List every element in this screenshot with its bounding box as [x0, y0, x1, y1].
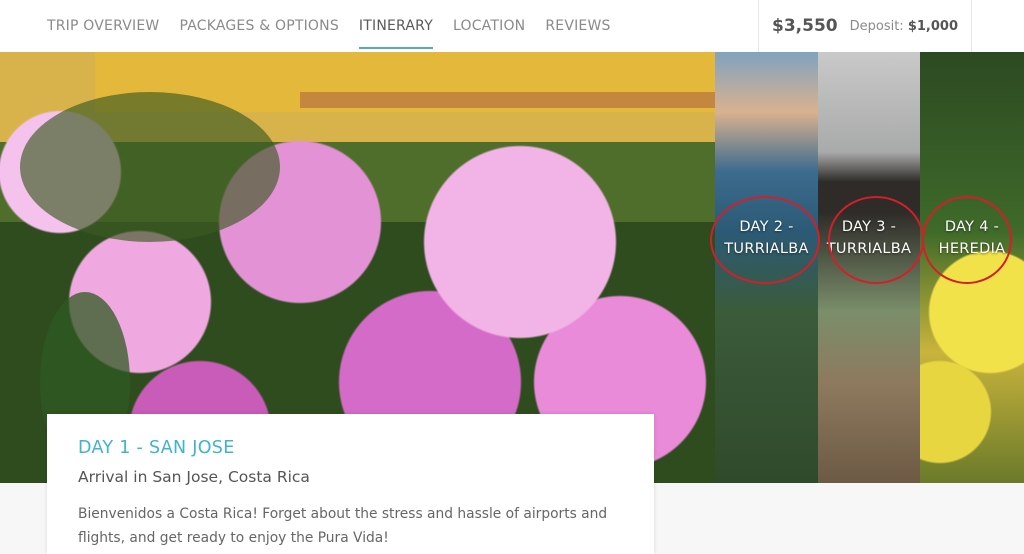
top-navigation-bar: TRIP OVERVIEW PACKAGES & OPTIONS ITINERA… — [0, 0, 1024, 53]
tab-itinerary[interactable]: ITINERARY — [358, 0, 434, 52]
balcony-railing — [300, 92, 715, 108]
day-1-card: DAY 1 - SAN JOSE Arrival in San Jose, Co… — [47, 414, 654, 554]
deposit-label: Deposit: — [849, 18, 904, 34]
day-title: DAY 1 - SAN JOSE — [78, 438, 235, 458]
price-box: $3,550 Deposit: $1,000 — [758, 0, 972, 52]
annotation-circle-day-3 — [828, 196, 924, 284]
deposit-amount: $1,000 — [907, 18, 958, 34]
annotation-circle-day-4 — [922, 196, 1012, 284]
foliage — [20, 92, 280, 242]
tab-reviews[interactable]: REVIEWS — [545, 0, 610, 52]
deposit-info: Deposit: $1,000 — [850, 19, 958, 34]
trip-price: $3,550 — [772, 16, 838, 36]
annotation-circle-day-2 — [710, 196, 820, 284]
tab-list: TRIP OVERVIEW PACKAGES & OPTIONS ITINERA… — [47, 0, 631, 52]
day-subtitle: Arrival in San Jose, Costa Rica — [78, 468, 310, 486]
tab-trip-overview[interactable]: TRIP OVERVIEW — [47, 0, 159, 52]
tab-packages-options[interactable]: PACKAGES & OPTIONS — [179, 0, 338, 52]
day-description: Bienvenidos a Costa Rica! Forget about t… — [78, 506, 608, 546]
tab-location[interactable]: LOCATION — [453, 0, 525, 52]
